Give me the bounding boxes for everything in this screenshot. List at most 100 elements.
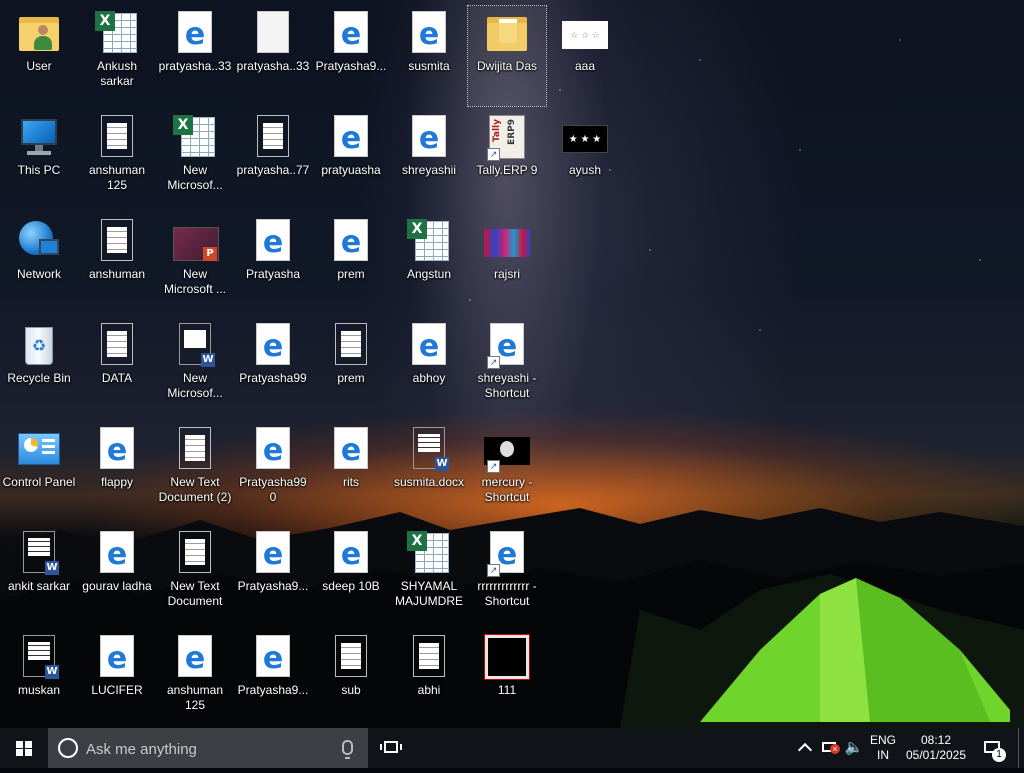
desktop-icon[interactable]: Wsusmita.docx — [390, 422, 468, 522]
desktop-icon[interactable]: e shreyashii — [390, 110, 468, 210]
desktop-icon[interactable]: X Ankush sarkar — [78, 6, 156, 106]
desktop-icon[interactable]: e LUCIFER — [78, 630, 156, 728]
text-document-icon — [93, 217, 141, 265]
desktop-icon[interactable]: e sdeep 10B — [312, 526, 390, 626]
desktop-icon[interactable]: e susmita — [390, 6, 468, 106]
desktop-icon[interactable]: New Text Document (2) — [156, 422, 234, 522]
desktop-icon[interactable]: 111 — [468, 630, 546, 728]
word-document-icon: W — [171, 321, 219, 369]
desktop-icon-label: sdeep 10B — [322, 579, 380, 593]
desktop-icon-label: mercury - Shortcut — [481, 475, 533, 504]
excel-file-icon: X — [93, 9, 141, 57]
image-thumbnail-icon: ★ ★ ★ — [561, 113, 609, 161]
clock[interactable]: 08:12 05/01/2025 — [902, 728, 970, 773]
desktop-icon[interactable]: Dwijita Das — [467, 5, 547, 107]
desktop-icon-label: Pratyasha99 — [239, 371, 307, 385]
show-hidden-icons-chevron-icon[interactable] — [796, 728, 814, 768]
this-pc-icon — [15, 113, 63, 161]
desktop-icon[interactable]: e Pratyasha9... — [312, 6, 390, 106]
desktop-icon[interactable]: e Pratyasha990 — [234, 422, 312, 522]
desktop-icon-label: New Microsoft ... — [163, 267, 226, 296]
desktop-icon-label: pratyasha..33 — [158, 59, 232, 73]
desktop-icon[interactable]: X New Microsof... — [156, 110, 234, 210]
desktop-icon[interactable]: e anshuman 125 — [156, 630, 234, 728]
search-input[interactable] — [84, 736, 328, 762]
desktop-icon[interactable]: e Pratyasha9... — [234, 630, 312, 728]
language-code: ENG — [869, 733, 896, 747]
text-document-icon — [327, 633, 375, 681]
desktop-icon[interactable]: ☆ ☆ ☆ aaa — [546, 6, 624, 106]
desktop-icon[interactable]: sub — [312, 630, 390, 728]
desktop-icon-label: Pratyasha9... — [237, 683, 309, 697]
desktop-icon-label: User — [26, 59, 52, 73]
input-language[interactable]: ENG IN — [868, 728, 898, 773]
desktop-icon[interactable]: anshuman — [78, 214, 156, 314]
desktop-icon[interactable]: User — [0, 6, 78, 106]
desktop-icon[interactable]: abhi — [390, 630, 468, 728]
desktop-icon[interactable]: e Pratyasha99 — [234, 318, 312, 418]
desktop-icon[interactable]: prem — [312, 318, 390, 418]
desktop-icon-label: susmita — [408, 59, 450, 73]
desktop-icon[interactable]: P New Microsoft ... — [156, 214, 234, 314]
desktop-icon-label: anshuman 125 — [88, 163, 146, 192]
start-button[interactable] — [0, 728, 48, 768]
desktop-icon[interactable]: e prem — [312, 214, 390, 314]
task-view-icon[interactable] — [380, 738, 404, 758]
shortcut-arrow-icon: ↗ — [487, 460, 500, 473]
edge-file-icon: e — [249, 425, 297, 473]
action-center-icon[interactable]: 1 — [980, 728, 1010, 768]
microphone-icon[interactable] — [342, 740, 353, 759]
edge-file-icon: e — [171, 9, 219, 57]
desktop-icon[interactable]: ♻ Recycle Bin — [0, 318, 78, 418]
edge-file-icon: e — [327, 529, 375, 577]
desktop-icon[interactable]: e abhoy — [390, 318, 468, 418]
powerpoint-file-icon: P — [171, 217, 219, 265]
desktop-icon[interactable]: Wankit sarkar — [0, 526, 78, 626]
desktop-icon-label: Network — [16, 267, 61, 281]
desktop-icon[interactable]: e Pratyasha9... — [234, 526, 312, 626]
show-desktop-button[interactable] — [1018, 728, 1024, 768]
desktop-icon-label: Pratyasha — [245, 267, 301, 281]
desktop-icon-label: rrrrrrrrrrrrr - Shortcut — [477, 579, 537, 608]
desktop-icon[interactable]: Control Panel — [0, 422, 78, 522]
edge-file-icon: e — [405, 9, 453, 57]
desktop-icon[interactable]: DATA — [78, 318, 156, 418]
network-disconnected-icon[interactable] — [820, 728, 840, 768]
desktop-icon[interactable]: W New Microsof... — [156, 318, 234, 418]
desktop-icon-label: shreyashi - Shortcut — [477, 371, 537, 400]
desktop-icon[interactable]: e flappy — [78, 422, 156, 522]
desktop-icon[interactable]: X SHYAMAL MAJUMDRE — [390, 526, 468, 626]
desktop-icon[interactable]: e ↗ rrrrrrrrrrrrr - Shortcut — [468, 526, 546, 626]
desktop-icon[interactable]: e rits — [312, 422, 390, 522]
desktop-icon[interactable]: ★ ★ ★ ayush — [546, 110, 624, 210]
desktop-icon-label: New Text Document — [167, 579, 223, 608]
desktop-icon-label: Pratyasha9... — [315, 59, 387, 73]
desktop-icon[interactable]: anshuman 125 — [78, 110, 156, 210]
desktop-icon[interactable]: Network — [0, 214, 78, 314]
desktop-icon[interactable]: e pratyasha..33 — [156, 6, 234, 106]
desktop-wallpaper: User X Ankush sarkar e pratyasha..33 pratyash… — [0, 0, 1024, 728]
desktop-icon[interactable]: ↗ mercury - Shortcut — [468, 422, 546, 522]
desktop-icon[interactable]: e pratyuasha — [312, 110, 390, 210]
word-document-icon: W — [15, 529, 63, 577]
volume-icon[interactable]: 🔈 — [844, 728, 864, 768]
cortana-search-box[interactable] — [48, 728, 368, 768]
desktop-icon[interactable]: pratyasha..77 — [234, 110, 312, 210]
desktop-icon-label: New Microsof... — [167, 163, 223, 192]
desktop-icon[interactable]: New Text Document — [156, 526, 234, 626]
desktop-icon[interactable]: X Angstun — [390, 214, 468, 314]
desktop-icon[interactable]: e gourav ladha — [78, 526, 156, 626]
desktop-icon-label: ayush — [568, 163, 602, 177]
desktop-icon[interactable]: Wmuskan — [0, 630, 78, 728]
desktop-icon[interactable]: rajsri — [468, 214, 546, 314]
image-thumbnail-icon: ↗ — [483, 425, 531, 473]
desktop-icon[interactable]: This PC — [0, 110, 78, 210]
desktop-icon[interactable]: Tally ERP9 ↗ Tally.ERP 9 — [468, 110, 546, 210]
notification-count-badge: 1 — [992, 748, 1006, 762]
desktop-icon-label: shreyashii — [401, 163, 457, 177]
shortcut-arrow-icon: ↗ — [487, 148, 500, 161]
windows-logo-icon — [16, 741, 32, 756]
desktop-icon[interactable]: pratyasha..33 — [234, 6, 312, 106]
desktop-icon[interactable]: e Pratyasha — [234, 214, 312, 314]
desktop-icon[interactable]: e ↗ shreyashi - Shortcut — [468, 318, 546, 418]
